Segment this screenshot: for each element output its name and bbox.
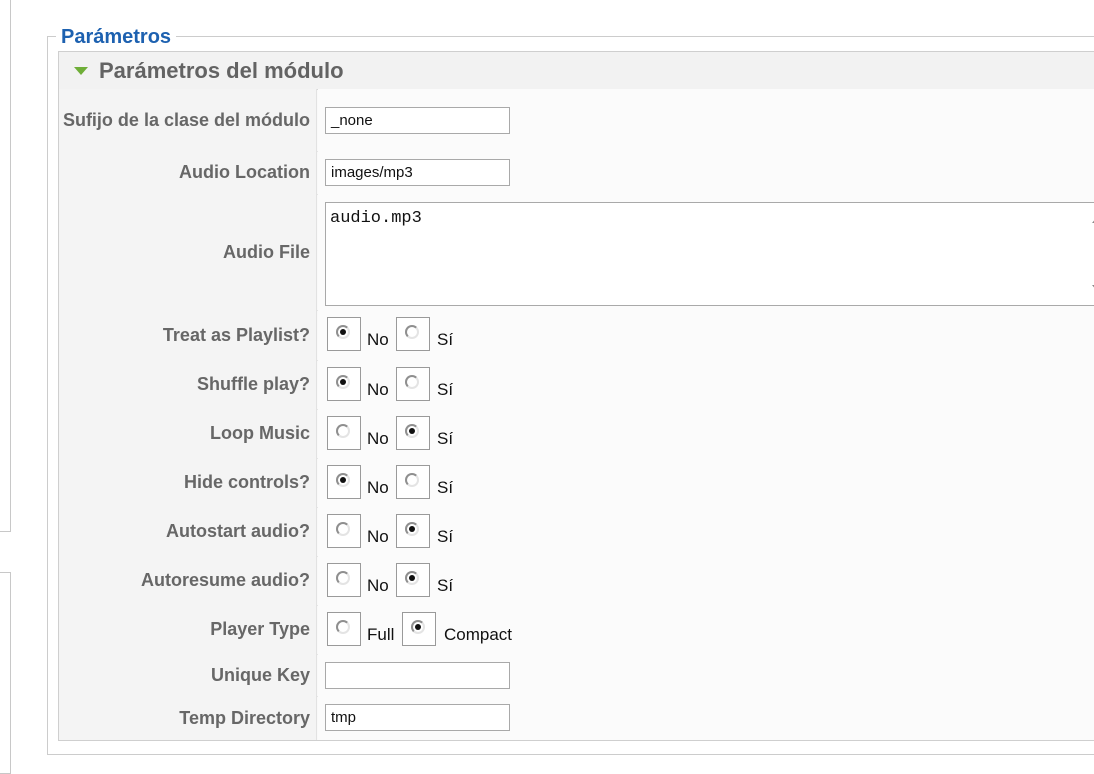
shuffle-play-label: Shuffle play? [59, 360, 317, 409]
loop-music-label: Loop Music [59, 409, 317, 458]
radio-checked-icon [405, 423, 419, 438]
radio-unchecked-icon [336, 521, 350, 536]
radio-unchecked-icon [405, 325, 419, 339]
radio-unchecked-icon [336, 423, 350, 438]
audio-location-input[interactable]: images/mp3 [325, 159, 510, 186]
audio-location-label: Audio Location [59, 151, 317, 194]
radio-checked-icon [405, 521, 419, 536]
treat-as-playlist-si-label: Sí [437, 330, 454, 349]
row-audio-file: Audio File audio.mp3 [59, 194, 1094, 311]
row-shuffle-play: Shuffle play? No Sí [59, 360, 1094, 410]
audio-file-text: audio.mp3 [330, 209, 422, 228]
autostart-audio-no-label: No [367, 526, 389, 546]
loop-music-no-label: No [367, 428, 389, 448]
suffix-label: Sufijo de la clase del módulo [59, 89, 317, 151]
autostart-audio-si-radio[interactable] [396, 513, 430, 548]
row-audio-location: Audio Location images/mp3 [59, 151, 1094, 195]
row-suffix: Sufijo de la clase del módulo _none [59, 89, 1094, 152]
loop-music-no-radio[interactable] [327, 415, 361, 450]
row-treat-as-playlist: Treat as Playlist? No Sí [59, 310, 1094, 361]
audio-file-label: Audio File [59, 194, 317, 310]
audio-file-textarea[interactable]: audio.mp3 [325, 202, 1094, 306]
player-type-label: Player Type [59, 605, 317, 654]
treat-as-playlist-label: Treat as Playlist? [59, 310, 317, 360]
parameters-legend: Parámetros [56, 24, 177, 50]
module-parameters-header[interactable]: Parámetros del módulo [59, 52, 1094, 90]
autostart-audio-no-radio[interactable] [327, 513, 361, 548]
radio-checked-icon [336, 325, 350, 339]
hide-controls-si-radio[interactable] [396, 464, 430, 499]
radio-checked-icon [411, 619, 425, 634]
radio-unchecked-icon [336, 619, 350, 634]
radio-unchecked-icon [336, 570, 350, 585]
treat-as-playlist-no-radio[interactable] [327, 317, 361, 351]
radio-checked-icon [336, 472, 350, 487]
shuffle-play-no-radio[interactable] [327, 366, 361, 401]
left-panel-frame-lower [0, 572, 11, 774]
radio-checked-icon [336, 374, 350, 389]
row-hide-controls: Hide controls? No Sí [59, 458, 1094, 508]
unique-key-input[interactable] [325, 662, 510, 689]
row-temp-directory: Temp Directory tmp [59, 696, 1094, 740]
hide-controls-si-label: Sí [437, 477, 454, 497]
left-panel-frame [0, 0, 11, 532]
row-player-type: Player Type Full Compact [59, 605, 1094, 655]
loop-music-si-label: Sí [437, 428, 454, 448]
player-type-full-label: Full [367, 624, 395, 644]
shuffle-play-si-label: Sí [437, 379, 454, 399]
autoresume-audio-label: Autoresume audio? [59, 556, 317, 605]
row-loop-music: Loop Music No Sí [59, 409, 1094, 459]
autoresume-audio-no-radio[interactable] [327, 562, 361, 597]
shuffle-play-no-label: No [367, 379, 389, 399]
player-type-compact-label: Compact [444, 624, 513, 644]
radio-unchecked-icon [405, 374, 419, 389]
unique-key-label: Unique Key [59, 654, 317, 696]
expand-arrow-icon [74, 67, 88, 75]
radio-unchecked-icon [405, 472, 419, 487]
shuffle-play-si-radio[interactable] [396, 366, 430, 401]
autostart-audio-si-label: Sí [437, 526, 454, 546]
player-type-compact-radio[interactable] [402, 611, 436, 646]
autoresume-audio-no-label: No [367, 575, 389, 595]
autoresume-audio-si-radio[interactable] [396, 562, 430, 597]
hide-controls-no-label: No [367, 477, 389, 497]
treat-as-playlist-si-radio[interactable] [396, 317, 430, 351]
row-autoresume-audio: Autoresume audio? No Sí [59, 556, 1094, 606]
hide-controls-no-radio[interactable] [327, 464, 361, 499]
player-type-full-radio[interactable] [327, 611, 361, 646]
temp-directory-input[interactable]: tmp [325, 704, 510, 731]
hide-controls-label: Hide controls? [59, 458, 317, 507]
autostart-audio-label: Autostart audio? [59, 507, 317, 556]
autoresume-audio-si-label: Sí [437, 575, 454, 595]
loop-music-si-radio[interactable] [396, 415, 430, 450]
temp-directory-label: Temp Directory [59, 696, 317, 740]
module-parameters-title: Parámetros del módulo [99, 58, 344, 83]
row-unique-key: Unique Key [59, 654, 1094, 697]
suffix-input[interactable]: _none [325, 107, 510, 134]
treat-as-playlist-no-label: No [367, 330, 389, 349]
row-autostart-audio: Autostart audio? No Sí [59, 507, 1094, 557]
radio-checked-icon [405, 570, 419, 585]
